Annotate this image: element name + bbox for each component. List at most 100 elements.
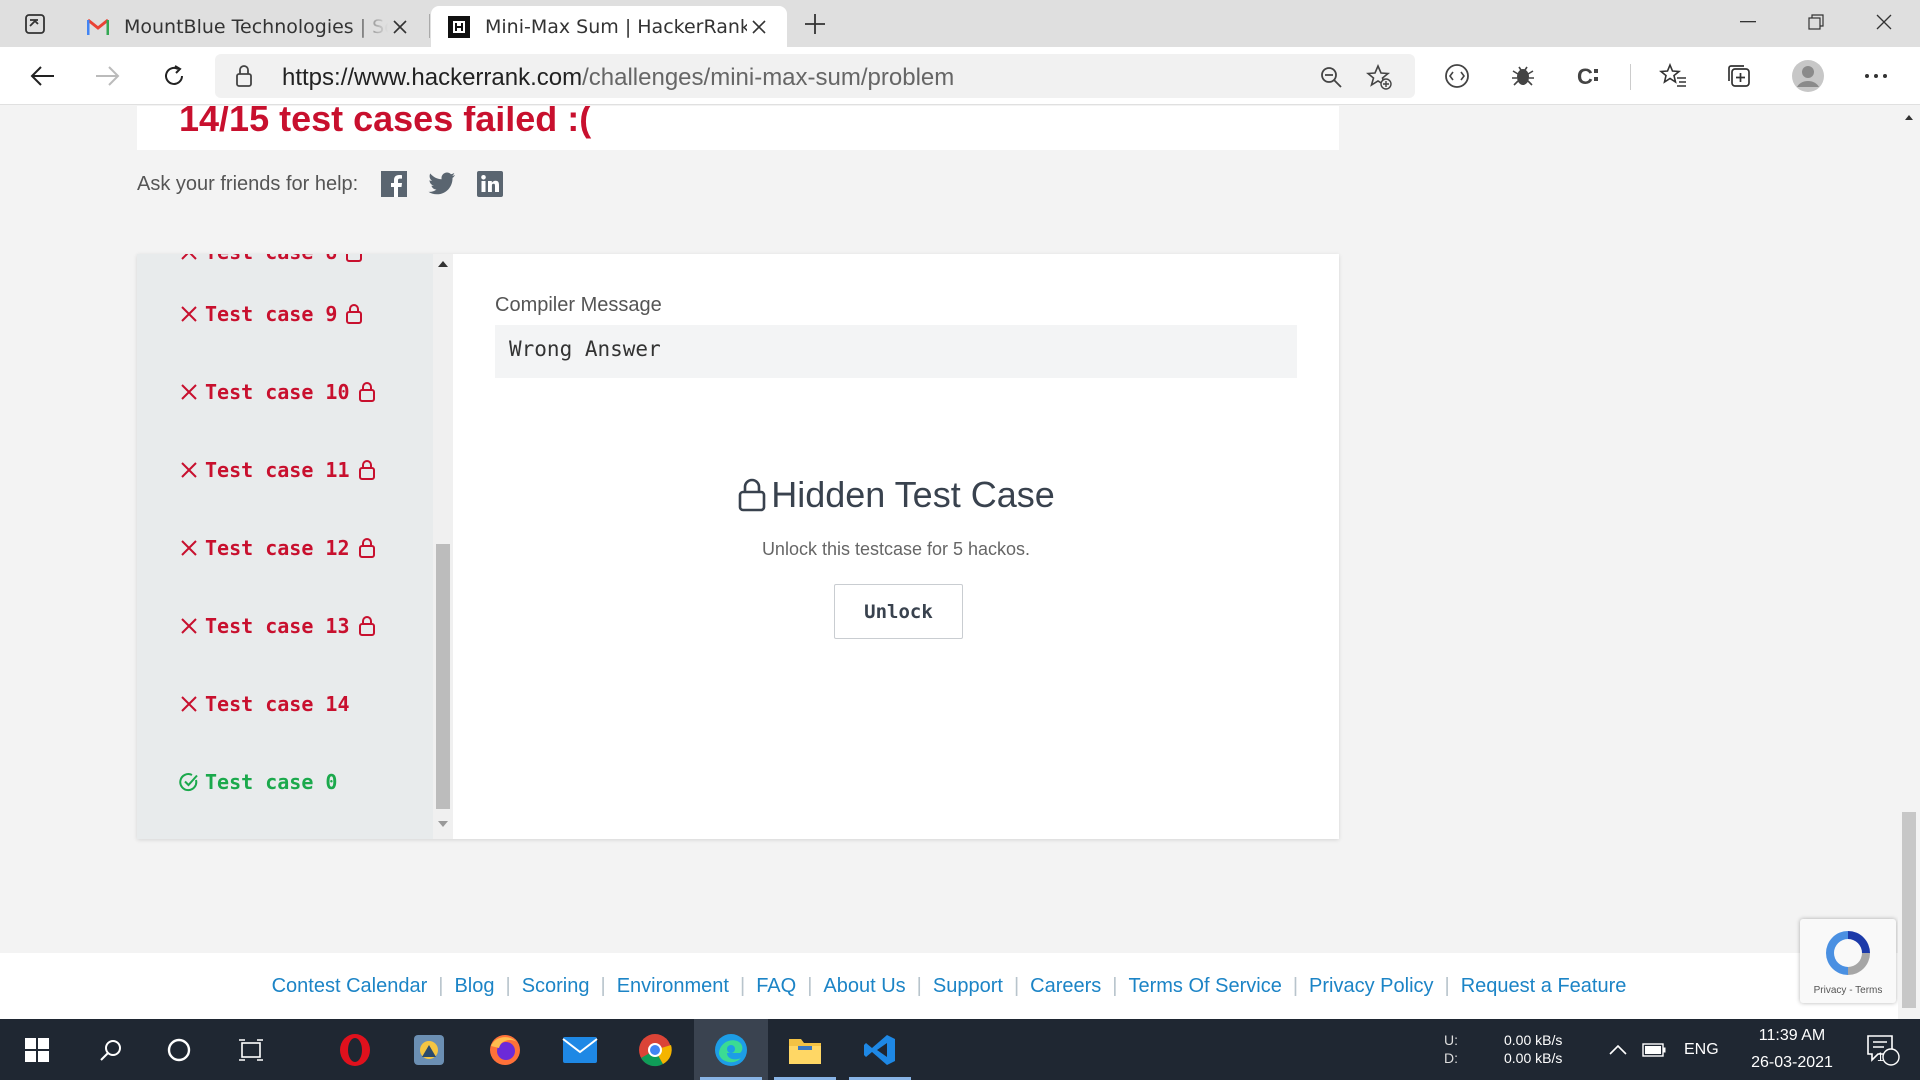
test-case-item[interactable]: Test case 10 [179,372,376,412]
chrome-app[interactable] [618,1019,692,1080]
edge-icon [715,1033,747,1066]
footer-link-request-feature[interactable]: Request a Feature [1461,975,1627,998]
scroll-up-arrow-icon[interactable] [437,260,449,268]
tab-mountblue[interactable]: MountBlue Technologies | Software [70,6,428,47]
recaptcha-privacy-terms[interactable]: Privacy - Terms [1800,985,1896,996]
unlock-button[interactable]: Unlock [834,584,963,639]
extension-button[interactable]: C [1567,54,1611,98]
test-case-item[interactable]: Test case 14 [179,684,350,724]
test-case-label: Test case 10 [205,380,350,404]
tab-actions-button[interactable] [0,0,70,47]
add-favorite-icon[interactable] [1363,61,1395,93]
start-button[interactable] [0,1019,74,1080]
footer-separator: | [916,974,922,997]
net-down-label: D: [1444,1050,1458,1066]
windows-taskbar: U: D: 0.00 kB/s 0.00 kB/s ENG 11:39 AM 2… [0,1019,1920,1080]
extension-button[interactable] [1501,54,1545,98]
test-case-detail: Compiler Message Wrong Answer Hidden Tes… [453,254,1339,839]
notifications-button[interactable]: 1 [1846,1019,1920,1080]
facebook-icon[interactable] [380,170,408,198]
test-case-scrollbar[interactable] [433,254,453,839]
compiler-message-label: Compiler Message [495,294,662,316]
address-bar[interactable]: https://www.hackerrank.com/challenges/mi… [215,54,1415,98]
test-case-item[interactable]: Test case 12 [179,528,376,568]
site-lock-icon[interactable] [235,64,253,92]
linkedin-icon[interactable] [476,170,504,198]
vscode-app[interactable] [843,1019,917,1080]
test-case-label: Test case 14 [205,692,350,716]
footer-link-about-us[interactable]: About Us [823,975,905,998]
new-tab-button[interactable] [798,9,832,39]
back-arrow-icon [30,66,54,86]
recaptcha-badge[interactable]: Privacy - Terms [1800,919,1896,1003]
scroll-up-arrow-icon[interactable] [1904,114,1914,121]
page-scrollbar[interactable] [1898,106,1920,1019]
favorites-button[interactable] [1651,54,1695,98]
profile-button[interactable] [1786,54,1830,98]
opera-icon [340,1033,370,1066]
task-view-button[interactable] [214,1019,288,1080]
footer-link-faq[interactable]: FAQ [756,975,796,998]
minimize-button[interactable] [1714,0,1782,44]
test-case-item[interactable]: Test case 0 [179,762,337,802]
show-hidden-icons-button[interactable] [1600,1019,1636,1080]
scroll-down-arrow-icon[interactable] [437,820,449,828]
tab-actions-icon [25,13,45,34]
footer-link-careers[interactable]: Careers [1030,975,1101,998]
search-button[interactable] [74,1019,148,1080]
cortana-button[interactable] [142,1019,216,1080]
zoom-icon[interactable] [1315,61,1347,93]
close-tab-icon[interactable] [388,15,412,39]
tab-minimax[interactable]: Mini-Max Sum | HackerRank [431,6,787,47]
more-icon [1865,74,1887,78]
pinned-app[interactable] [392,1019,466,1080]
opera-app[interactable] [318,1019,392,1080]
footer-link-scoring[interactable]: Scoring [522,975,590,998]
mail-app[interactable] [543,1019,617,1080]
back-button[interactable] [20,54,64,98]
footer: Contest Calendar | Blog | Scoring | Environ… [0,953,1898,1019]
footer-link-environment[interactable]: Environment [617,975,729,998]
extension-button[interactable] [1435,54,1479,98]
test-case-label: Test case 8 [205,254,337,264]
footer-link-privacy[interactable]: Privacy Policy [1309,975,1433,998]
cross-icon [179,538,199,558]
test-case-item[interactable]: Test case 11 [179,450,376,490]
footer-link-terms[interactable]: Terms Of Service [1128,975,1281,998]
edge-app[interactable] [694,1019,768,1080]
test-case-item[interactable]: Test case 9 [179,294,363,334]
file-explorer-app[interactable] [768,1019,842,1080]
test-case-item[interactable]: Test case 13 [179,606,376,646]
refresh-button[interactable] [152,54,196,98]
footer-links: Contest Calendar | Blog | Scoring | Environ… [0,953,1898,1019]
cross-icon [179,304,199,324]
footer-link-support[interactable]: Support [933,975,1003,998]
close-tab-icon[interactable] [747,15,771,39]
close-window-button[interactable] [1850,0,1918,44]
settings-menu-button[interactable] [1854,54,1898,98]
footer-link-contest-calendar[interactable]: Contest Calendar [272,975,428,998]
forward-button[interactable] [86,54,130,98]
cross-icon [179,382,199,402]
test-case-label: Test case 11 [205,458,350,482]
language-indicator[interactable]: ENG [1684,1041,1719,1059]
unlock-description: Unlock this testcase for 5 hackos. [761,539,1031,559]
cross-icon [179,694,199,714]
collections-button[interactable] [1717,54,1761,98]
scrollbar-thumb[interactable] [436,544,450,809]
footer-separator: | [1444,974,1450,997]
clock-time[interactable]: 11:39 AM [1744,1027,1840,1045]
test-case-item[interactable]: Test case 8 [179,254,363,272]
clock-date[interactable]: 26-03-2021 [1736,1054,1848,1072]
battery-button[interactable] [1636,1019,1672,1080]
cross-icon [179,460,199,480]
firefox-app[interactable] [468,1019,542,1080]
scrollbar-thumb[interactable] [1902,812,1916,1008]
hidden-test-case-heading: Hidden Test Case [453,474,1339,516]
test-case-list[interactable]: Test case 8 Test case 9 Test case 10 Tes… [137,254,433,839]
twitter-icon[interactable] [428,170,456,198]
windows-logo-icon [25,1037,49,1062]
footer-link-blog[interactable]: Blog [454,975,494,998]
url-text: https://www.hackerrank.com/challenges/mi… [282,64,954,92]
restore-button[interactable] [1782,0,1850,44]
